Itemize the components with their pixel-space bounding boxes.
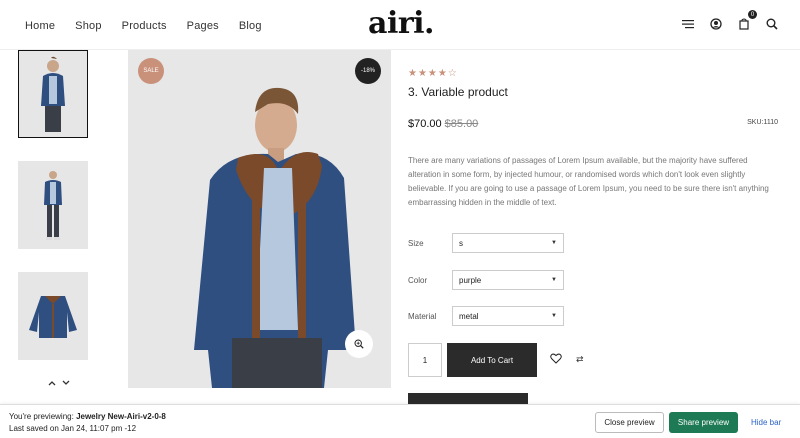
main-product-image[interactable]: SALE -18%	[128, 50, 391, 388]
thumbnail-1[interactable]	[18, 50, 88, 138]
discount-badge: -18%	[355, 58, 381, 84]
option-material-label: Material	[408, 311, 437, 321]
size-select[interactable]: s ▼	[452, 233, 564, 253]
cart-count-badge: 0	[748, 10, 757, 19]
thumbnail-gallery	[18, 50, 88, 383]
caret-down-icon: ▼	[551, 277, 557, 283]
cart-icon[interactable]: 0	[736, 10, 757, 32]
compare-icon[interactable]: ⇄	[576, 354, 584, 365]
thumbnail-2[interactable]	[18, 161, 88, 249]
account-icon[interactable]	[708, 16, 724, 32]
site-logo[interactable]: airi.	[368, 6, 434, 41]
nav-shop[interactable]: Shop	[75, 20, 102, 32]
nav-pages[interactable]: Pages	[187, 20, 219, 32]
add-to-cart-button[interactable]: Add To Cart	[447, 343, 537, 377]
chevron-down-icon[interactable]	[62, 378, 70, 389]
option-size-row: Size s ▼	[408, 233, 564, 253]
material-select[interactable]: metal ▼	[452, 306, 564, 326]
product-description: There are many variations of passages of…	[408, 156, 769, 207]
preview-saved-time: Last saved on Jan 24, 11:07 pm -12	[9, 424, 137, 433]
old-price: $85.00	[444, 118, 479, 130]
material-select-value: metal	[459, 311, 479, 321]
product-title: 3. Variable product	[408, 85, 508, 99]
zoom-in-icon	[354, 339, 364, 349]
preview-prefix: You're previewing:	[9, 412, 77, 421]
sale-badge: SALE	[138, 58, 164, 84]
nav-products[interactable]: Products	[122, 20, 167, 32]
site-header: Home Shop Products Pages Blog airi. 0	[0, 0, 800, 50]
size-select-value: s	[459, 238, 463, 248]
caret-down-icon: ▼	[551, 240, 557, 246]
preview-theme-name: Jewelry New-Airi-v2-0-8	[76, 412, 166, 421]
search-icon[interactable]	[764, 16, 780, 32]
theme-preview-bar: You're previewing: Jewelry New-Airi-v2-0…	[0, 404, 800, 438]
quantity-input[interactable]: 1	[408, 343, 442, 377]
product-price: $70.00 $85.00	[408, 118, 478, 130]
option-color-label: Color	[408, 275, 428, 285]
full-body-image	[44, 171, 62, 240]
nav-blog[interactable]: Blog	[239, 20, 262, 32]
zoom-button[interactable]	[345, 330, 373, 358]
color-select-value: purple	[459, 275, 482, 285]
color-select[interactable]: purple ▼	[452, 270, 564, 290]
main-nav: Home Shop Products Pages Blog	[25, 20, 282, 32]
heart-icon[interactable]	[550, 351, 564, 365]
option-material-row: Material metal ▼	[408, 306, 564, 326]
thumbnail-3[interactable]	[18, 272, 88, 360]
thumbnail-nav	[48, 378, 70, 389]
chevron-up-icon[interactable]	[48, 378, 56, 389]
option-color-row: Color purple ▼	[408, 270, 564, 290]
jacket-flat-image	[29, 296, 77, 338]
rating-stars: ★★★★☆	[408, 68, 458, 79]
hide-bar-link[interactable]: Hide bar	[751, 418, 781, 427]
close-preview-button[interactable]: Close preview	[595, 412, 664, 433]
caret-down-icon: ▼	[551, 313, 557, 319]
product-sku: SKU:1110	[747, 119, 778, 126]
menu-icon[interactable]	[680, 16, 696, 32]
option-size-label: Size	[408, 238, 424, 248]
current-price: $70.00	[408, 118, 442, 130]
preview-info: You're previewing: Jewelry New-Airi-v2-0…	[9, 411, 166, 435]
nav-home[interactable]: Home	[25, 20, 55, 32]
share-preview-button[interactable]: Share preview	[669, 412, 738, 433]
jacket-man-image	[41, 56, 65, 132]
header-icons: 0	[680, 10, 780, 32]
